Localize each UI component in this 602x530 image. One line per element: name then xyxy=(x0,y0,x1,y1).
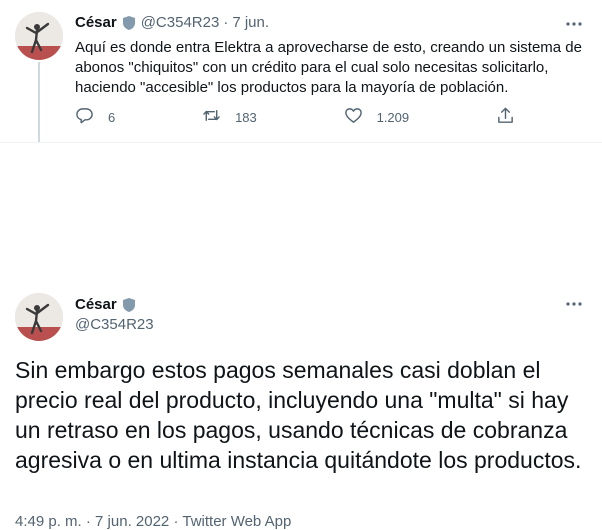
like-icon xyxy=(344,106,363,128)
verified-badge-icon xyxy=(121,297,137,313)
tweet-text: Aquí es donde entra Elektra a aprovechar… xyxy=(75,39,582,96)
retweet-count: 183 xyxy=(235,109,257,125)
more-icon[interactable] xyxy=(564,14,584,34)
like-button[interactable]: 1.209 xyxy=(344,106,410,128)
more-icon[interactable] xyxy=(564,294,584,314)
tweet-meta: 4:49 p. m. · 7 jun. 2022 · Twitter Web A… xyxy=(15,513,291,530)
avatar-image xyxy=(15,12,63,60)
like-count: 1.209 xyxy=(376,109,410,125)
avatar[interactable] xyxy=(15,12,63,60)
avatar-image xyxy=(15,293,63,341)
tweet-text: Sin embargo estos pagos semanales casi d… xyxy=(15,357,582,473)
separator-dot: · xyxy=(223,14,229,31)
tweet-source[interactable]: Twitter Web App xyxy=(182,513,291,530)
tweet-actions: 6 183 1.209 xyxy=(75,106,515,128)
tweet-date[interactable]: 7 jun. xyxy=(232,14,269,31)
separator-dot: · xyxy=(85,513,96,530)
separator-dot: · xyxy=(173,513,183,530)
divider xyxy=(0,142,602,143)
reply-icon xyxy=(75,106,94,128)
author-handle[interactable]: @C354R23 xyxy=(75,315,154,335)
avatar[interactable] xyxy=(15,293,63,341)
thread-line xyxy=(38,62,40,142)
author-name[interactable]: César xyxy=(75,295,117,315)
tweet-time[interactable]: 4:49 p. m. xyxy=(15,513,82,530)
reply-count: 6 xyxy=(108,109,116,125)
retweet-icon xyxy=(202,106,221,128)
tweet-date[interactable]: 7 jun. 2022 xyxy=(95,513,169,530)
author-handle[interactable]: @C354R23 xyxy=(141,14,220,31)
author-block: César @C354R23 xyxy=(75,295,154,335)
share-button[interactable] xyxy=(496,106,515,128)
name-row: César xyxy=(75,295,154,315)
author-name[interactable]: César xyxy=(75,14,117,31)
reply-button[interactable]: 6 xyxy=(75,106,115,128)
tweet-header: César @C354R23 · 7 jun. xyxy=(75,14,269,31)
previous-tweet[interactable]: César @C354R23 · 7 jun. Aquí es donde en… xyxy=(0,0,602,143)
verified-badge-icon xyxy=(121,15,137,31)
retweet-button[interactable]: 183 xyxy=(202,106,257,128)
share-icon xyxy=(496,106,515,128)
